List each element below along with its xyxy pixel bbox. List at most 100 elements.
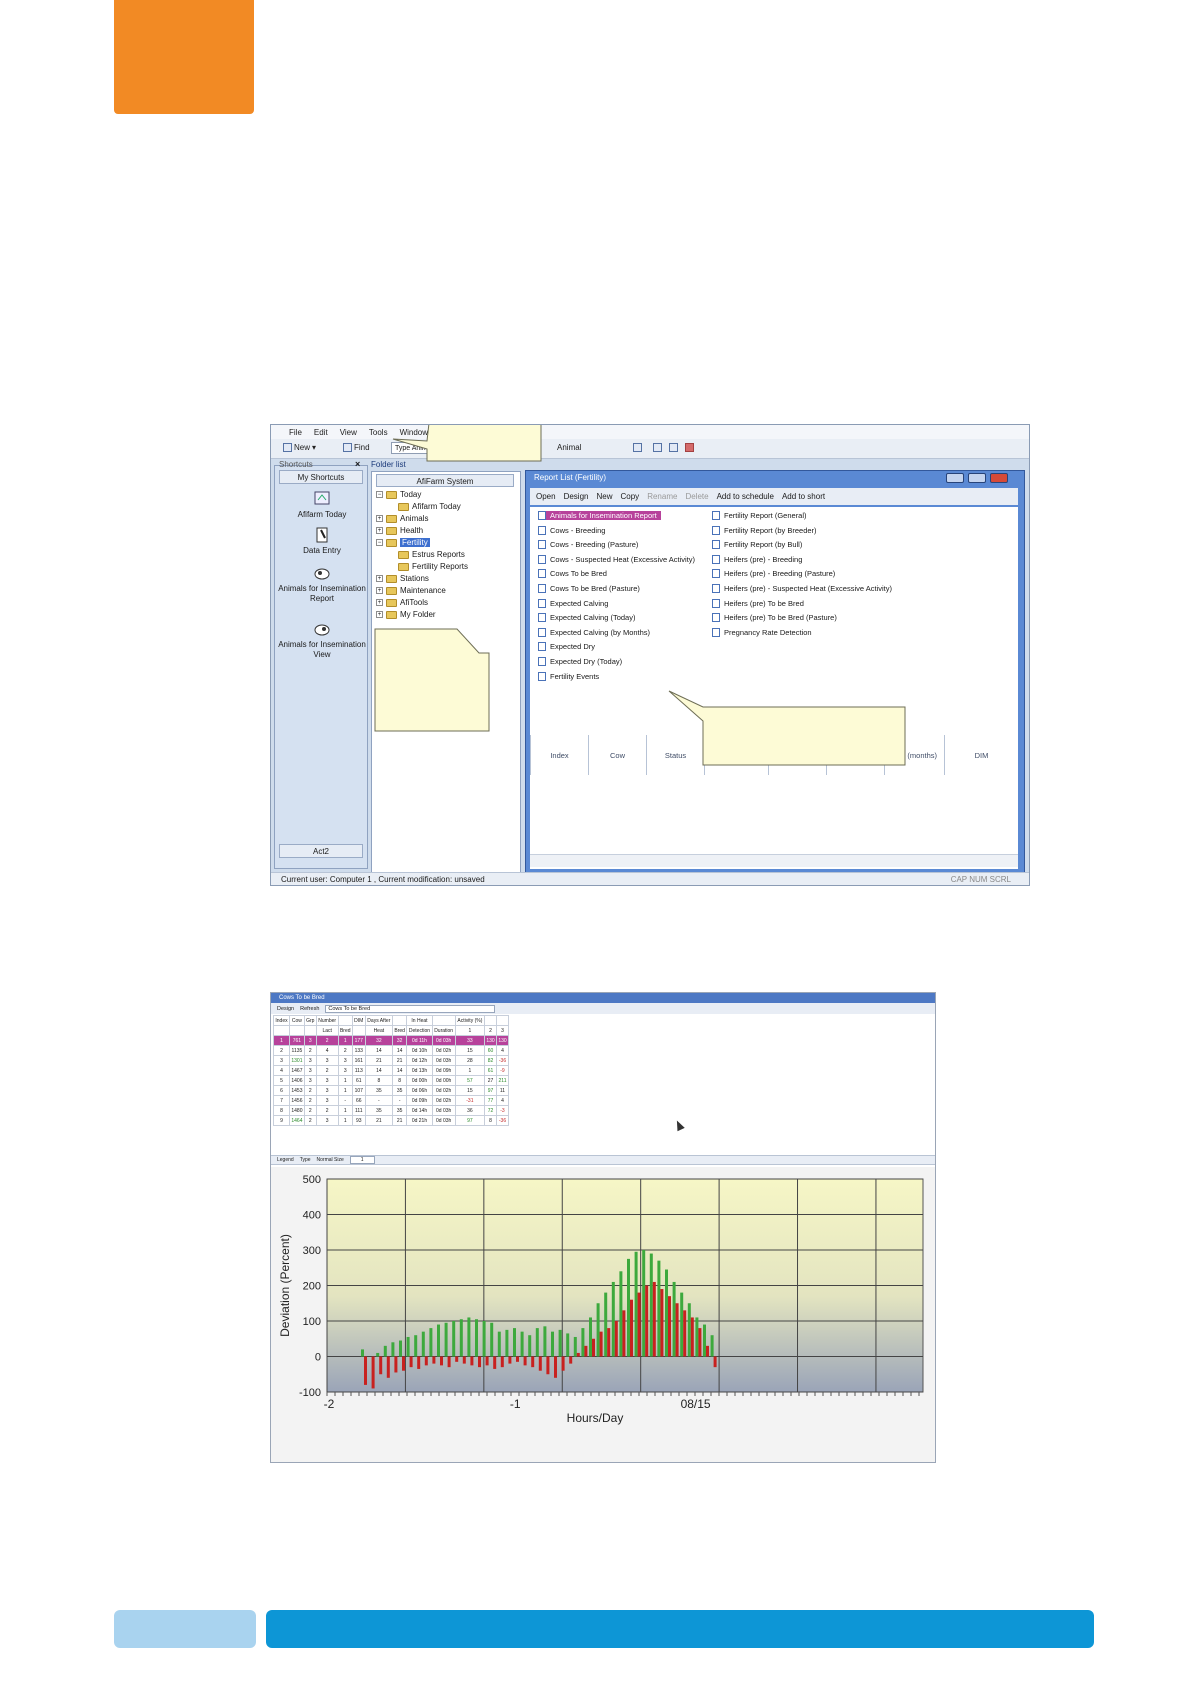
table-row[interactable]: 1 761 3 2 1 177 32 32 0d 11h 0d 03h 33 130 130 [273, 1035, 509, 1046]
y-tick-label: 400 [303, 1210, 321, 1222]
y-tick-label: 100 [303, 1316, 321, 1328]
table-subheader-cell[interactable] [273, 1025, 290, 1036]
footer-page-tab [114, 1610, 256, 1648]
table-cell: 1 [337, 1105, 353, 1116]
table-header-cell[interactable] [392, 1015, 408, 1026]
table-cell: - [337, 1095, 353, 1106]
table-header-cell[interactable]: Index [273, 1015, 290, 1026]
table-header-cell[interactable]: In Heat [406, 1015, 433, 1026]
callouts [374, 425, 906, 766]
x-tick-label: 08/15 [681, 1397, 711, 1411]
table-subheader-cell[interactable]: Bred [392, 1025, 408, 1036]
table-subheader-cell[interactable] [303, 1025, 317, 1036]
table-row[interactable]: 8 1480 2 2 1 111 35 35 0d 14h 0d 03h 36 72 -3 [273, 1105, 509, 1116]
table-cell: 0d 21h [406, 1115, 433, 1126]
table-subheader-cell[interactable]: Duration [431, 1025, 456, 1036]
legend-button[interactable]: Legend [277, 1157, 294, 1163]
table-cell: 0d 02h [431, 1085, 456, 1096]
table-cell: 0d 10h [406, 1045, 433, 1056]
table-cell: 1 [273, 1035, 290, 1046]
table-cell: 77 [484, 1095, 497, 1106]
table-header-cell[interactable]: Activity (%) [454, 1015, 486, 1026]
zoom-input[interactable]: 1 [349, 1156, 375, 1164]
refresh-button[interactable]: Refresh [300, 1006, 319, 1012]
design-button-2[interactable]: Design [277, 1006, 294, 1012]
green-bar [513, 1328, 516, 1357]
type-button[interactable]: Type [300, 1157, 311, 1163]
x-tick-label: -1 [510, 1397, 521, 1411]
table-cell: 61 [484, 1065, 497, 1076]
y-tick-label: -100 [299, 1387, 321, 1399]
table-subheader-cell[interactable]: Heat [364, 1025, 394, 1036]
table-header-cell[interactable] [496, 1015, 509, 1026]
table-cell: 2 [303, 1105, 317, 1116]
table-header-cell[interactable]: Cow [289, 1015, 305, 1026]
table-row[interactable]: 9 1464 2 3 1 93 21 21 0d 21h 0d 03h 97 8 -36 [273, 1115, 509, 1126]
table-cell: 2 [315, 1035, 339, 1046]
table-cell: 21 [392, 1115, 408, 1126]
red-bar [485, 1356, 489, 1366]
table-cell: 33 [454, 1035, 486, 1046]
table-cell: 32 [392, 1035, 408, 1046]
table-subheader-cell[interactable]: Bred [337, 1025, 353, 1036]
green-bar [695, 1317, 699, 1357]
table-row[interactable]: 6 1453 2 3 1 107 35 35 0d 06h 0d 02h 15 97 11 [273, 1085, 509, 1096]
table-header-cell[interactable]: Number [315, 1015, 339, 1026]
table-cell: 0d 09h [431, 1065, 456, 1076]
red-bar [668, 1296, 671, 1357]
table-row[interactable]: 4 1467 3 2 3 113 14 14 0d 13h 0d 09h 1 61 -9 [273, 1065, 509, 1076]
table-cell: 27 [484, 1075, 497, 1086]
red-bar [424, 1356, 428, 1366]
deviation-chart: -100 0 100 200 300 400 500 -2 -1 08/15 Hours/Day De… [271, 1167, 935, 1462]
table-subheader-cell[interactable]: 3 [496, 1025, 509, 1036]
table-cell: 3 [303, 1075, 317, 1086]
table-cell: 0d 14h [406, 1105, 433, 1116]
table-cell: 8 [364, 1075, 394, 1086]
red-bar [493, 1356, 497, 1369]
green-bar [437, 1324, 440, 1357]
table-header-cell[interactable] [431, 1015, 456, 1026]
table-row[interactable]: 5 1406 3 3 1 61 8 8 0d 00h 0d 00h 57 27 211 [273, 1075, 509, 1086]
table-header-cell[interactable] [337, 1015, 353, 1026]
table-subheader-cell[interactable]: Detection [406, 1025, 433, 1036]
table-subheader-cell[interactable]: Lact [315, 1025, 339, 1036]
red-bar [576, 1352, 580, 1357]
table-cell: 2 [303, 1115, 317, 1126]
table-cell: 3 [315, 1075, 339, 1086]
table-row[interactable]: 2 1135 2 4 2 133 14 14 0d 10h 0d 02h 15 60 4 [273, 1045, 509, 1056]
chapter-tab [114, 0, 254, 114]
green-bar [520, 1331, 524, 1357]
normal-size-button[interactable]: Normal Size [317, 1157, 344, 1163]
table-cell: 1301 [289, 1055, 305, 1066]
report-combo[interactable]: Cows To be Bred [325, 1004, 496, 1013]
table-cell: 97 [454, 1115, 486, 1126]
red-bar [652, 1281, 656, 1357]
table-header-cell[interactable] [484, 1015, 497, 1026]
green-bar [611, 1281, 615, 1357]
table-row[interactable]: 3 1301 3 3 3 161 21 21 0d 12h 0d 03h 28 82 -36 [273, 1055, 509, 1066]
red-bar [630, 1299, 633, 1357]
table-header-cell[interactable]: Days After [364, 1015, 394, 1026]
red-bar [546, 1356, 550, 1375]
table-cell: 15 [454, 1045, 486, 1056]
x-tick-label: -2 [324, 1397, 335, 1411]
green-bar [459, 1319, 463, 1357]
table-header-cell[interactable]: Grp [303, 1015, 317, 1026]
green-bar [376, 1352, 380, 1357]
table-cell: 32 [364, 1035, 394, 1046]
red-bar [607, 1328, 611, 1357]
table-header-cell[interactable]: DIM [351, 1015, 366, 1026]
table-cell: 0d 11h [406, 1035, 433, 1046]
table-subheader-cell[interactable]: 2 [484, 1025, 497, 1036]
table-cell: 3 [273, 1055, 290, 1066]
table-row[interactable]: 7 1456 2 3-66- -0d 09h 0d 02h -31 77 4 [273, 1095, 509, 1106]
table-cell: 21 [392, 1055, 408, 1066]
window2-toolbar: Design Refresh Cows To be Bred [271, 1003, 935, 1014]
table-cell: 4 [315, 1045, 339, 1056]
red-bar [386, 1356, 390, 1378]
green-bar [421, 1331, 425, 1357]
table-subheader-cell[interactable] [351, 1025, 366, 1036]
table-subheader-cell[interactable] [289, 1025, 305, 1036]
table-cell: 21 [364, 1115, 394, 1126]
table-subheader-cell[interactable]: 1 [454, 1025, 486, 1036]
